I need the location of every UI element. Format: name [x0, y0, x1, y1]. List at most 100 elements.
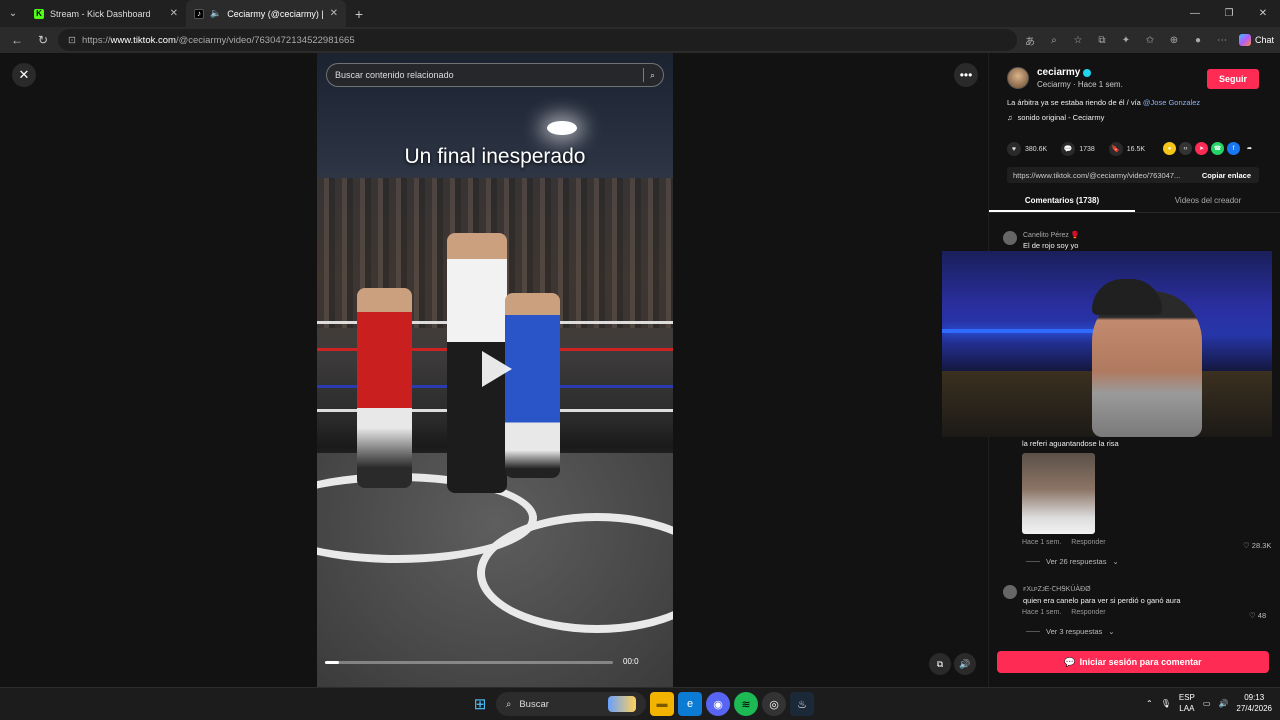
display-icon[interactable]: ▭	[1203, 699, 1211, 708]
start-windows-icon[interactable]: ⊞	[468, 692, 492, 716]
comment-user[interactable]: Canelito Pérez 🥊	[1023, 231, 1080, 239]
comment-item: Canelito Pérez 🥊 El de rojo soy yo	[1003, 231, 1080, 250]
chevron-down-icon: ⌄	[1112, 557, 1119, 566]
author-avatar[interactable]	[1007, 67, 1029, 89]
view-replies-button[interactable]: Ver 3 respuestas ⌄	[1026, 627, 1115, 636]
comment-item: ꜰXʟᴘZᴊE-ꞆHꞨKÜÀÐØ quien era canelo para ve…	[1003, 585, 1181, 605]
copilot-chat-button[interactable]: Chat	[1238, 34, 1274, 46]
file-explorer-icon[interactable]: ▬	[650, 692, 674, 716]
site-info-icon[interactable]: ⊡	[68, 35, 76, 46]
profile-avatar[interactable]: ●	[1189, 35, 1207, 46]
close-video-button[interactable]: ✕	[12, 63, 36, 87]
address-bar-row: ← ↻ ⊡ https://www.tiktok.com/@ceciarmy/v…	[0, 27, 1280, 53]
send-icon[interactable]: ➤	[1195, 142, 1208, 155]
webcam-cap	[1092, 279, 1162, 315]
search-icon: ⌕	[506, 698, 512, 710]
speaker-icon[interactable]: 🔈	[210, 8, 221, 19]
facebook-icon[interactable]: f	[1227, 142, 1240, 155]
reply-button[interactable]: Responder	[1071, 609, 1105, 616]
volume-icon[interactable]: 🔊	[954, 653, 976, 675]
discord-icon[interactable]: ◉	[706, 692, 730, 716]
play-icon[interactable]	[482, 351, 512, 387]
tab-close-icon[interactable]: ✕	[330, 8, 338, 19]
chat-label: Chat	[1254, 35, 1274, 45]
reply-button[interactable]: Responder	[1071, 539, 1105, 546]
comment-text: quien era canelo para ver si perdió o ga…	[1023, 596, 1181, 605]
tab-actions-menu-icon[interactable]: ⌄	[0, 0, 26, 27]
music-row[interactable]: ♫ sonido original - Ceciarmy	[1007, 113, 1104, 122]
comment-avatar[interactable]	[1003, 585, 1017, 599]
back-icon[interactable]: ←	[6, 29, 28, 51]
author-name-row[interactable]: ceciarmy	[1037, 67, 1123, 78]
save-button[interactable]: 🔖 16.5K	[1108, 142, 1145, 156]
video-progress-bar[interactable]	[325, 661, 613, 664]
refresh-icon[interactable]: ↻	[32, 29, 54, 51]
comment-avatar[interactable]	[1003, 231, 1017, 245]
copy-link-button[interactable]: Copiar enlace	[1194, 171, 1259, 180]
restore-icon[interactable]: ❐	[1212, 0, 1246, 27]
steam-icon[interactable]: ♨	[790, 692, 814, 716]
login-to-comment-button[interactable]: 💬 Iniciar sesión para comentar	[997, 651, 1269, 673]
extensions-icon[interactable]: ⧉	[1093, 35, 1111, 46]
spotify-icon[interactable]: ≋	[734, 692, 758, 716]
microphone-icon[interactable]: 🎙	[1161, 699, 1171, 708]
more-menu-icon[interactable]: ⋯	[1213, 35, 1231, 46]
mention-link[interactable]: @Jose Gonzalez	[1143, 98, 1200, 107]
volume-icon[interactable]: 🔊	[1218, 699, 1228, 708]
author-row: ceciarmy Ceciarmy · Hace 1 sem.	[1007, 67, 1123, 89]
favorite-star-icon[interactable]: ☆	[1069, 35, 1087, 46]
share-arrow-icon[interactable]: ➦	[1243, 142, 1256, 155]
tab-tiktok[interactable]: ♪ 🔈 Ceciarmy (@ceciarmy) | TikTok ✕	[186, 0, 346, 27]
related-search-input[interactable]: Buscar contenido relacionado ⌕	[326, 63, 664, 87]
translate-icon[interactable]: あ	[1021, 33, 1039, 48]
url-field[interactable]: ⊡ https://www.tiktok.com/@ceciarmy/video…	[58, 29, 1017, 51]
repost-icon[interactable]: ●	[1163, 142, 1176, 155]
comment-text: El de rojo soy yo	[1023, 241, 1079, 250]
edge-icon[interactable]: e	[678, 692, 702, 716]
system-tray: ⌃ 🎙 ESP LAA ▭ 🔊 09:13 27/4/2026	[1146, 692, 1272, 714]
url-text: https://www.tiktok.com/@ceciarmy/video/7…	[81, 34, 355, 46]
new-tab-button[interactable]: +	[346, 6, 372, 22]
comment-button[interactable]: 💬 1738	[1061, 142, 1095, 156]
comment-time: Hace 1 sem.	[1022, 539, 1062, 546]
zoom-icon[interactable]: ⌕	[1045, 35, 1063, 46]
embed-icon[interactable]: ‹›	[1179, 142, 1192, 155]
like-button[interactable]: ♥ 380.6K	[1007, 142, 1047, 156]
tab-kick-dashboard[interactable]: K Stream - Kick Dashboard ✕	[26, 0, 186, 27]
tab-title: Ceciarmy (@ceciarmy) | TikTok	[227, 8, 324, 19]
comment-time: Hace 1 sem.	[1022, 609, 1062, 616]
comment-like[interactable]: ♡ 48	[1249, 611, 1266, 620]
close-window-icon[interactable]: ✕	[1246, 0, 1280, 27]
kick-icon: K	[34, 8, 44, 19]
more-options-button[interactable]: •••	[954, 63, 978, 87]
view-replies-button[interactable]: Ver 26 respuestas ⌄	[1026, 557, 1119, 566]
search-highlight-icon	[608, 696, 636, 712]
tab-close-icon[interactable]: ✕	[170, 8, 178, 19]
clock[interactable]: 09:13 27/4/2026	[1236, 692, 1272, 714]
minimize-icon[interactable]: —	[1178, 0, 1212, 27]
follow-button[interactable]: Seguir	[1207, 69, 1259, 89]
comment-image[interactable]	[1022, 453, 1095, 534]
webcam-overlay	[942, 251, 1272, 437]
copilot-icon	[1238, 34, 1251, 46]
like-count: 380.6K	[1025, 145, 1048, 153]
favorites-icon[interactable]: ✩	[1141, 35, 1159, 46]
music-note-icon: ♫	[1007, 113, 1013, 122]
collections-icon[interactable]: ⊕	[1165, 35, 1183, 46]
extension-puzzle-icon[interactable]: ✦	[1117, 35, 1135, 46]
chevron-up-icon[interactable]: ⌃	[1146, 699, 1153, 708]
language-indicator[interactable]: ESP LAA	[1179, 692, 1195, 714]
tab-creator-videos[interactable]: Videos del creador	[1135, 193, 1280, 212]
picture-in-picture-icon[interactable]: ⧉	[929, 653, 951, 675]
search-icon[interactable]: ⌕	[650, 70, 655, 81]
comment-user[interactable]: ꜰXʟᴘZᴊE-ꞆHꞨKÜÀÐØ	[1023, 585, 1181, 594]
windows-taskbar: ⊞ ⌕ Buscar ▬ e ◉ ≋ ◎ ♨ ⌃ 🎙 ESP LAA ▭ 🔊 09:…	[0, 687, 1280, 720]
obs-icon[interactable]: ◎	[762, 692, 786, 716]
whatsapp-icon[interactable]: ☎	[1211, 142, 1224, 155]
window-controls: — ❐ ✕	[1178, 0, 1280, 27]
share-icons: ● ‹› ➤ ☎ f ➦	[1163, 142, 1256, 155]
tab-comments[interactable]: Comentarios (1738)	[989, 193, 1135, 212]
comment-like[interactable]: ♡ 28.3K	[1243, 541, 1271, 550]
video-player[interactable]: Buscar contenido relacionado ⌕ Un final …	[317, 53, 673, 687]
taskbar-search[interactable]: ⌕ Buscar	[496, 692, 646, 716]
